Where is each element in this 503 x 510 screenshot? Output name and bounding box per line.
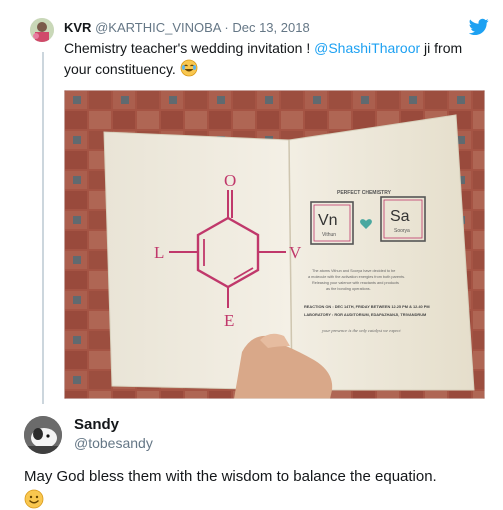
element-name-vithun: Vithun — [322, 232, 336, 238]
letter-l: L — [154, 243, 164, 262]
element-symbol-sa: Sa — [390, 208, 410, 225]
tweet-photo[interactable]: L O V E PERFECT CHEMISTRY Vn Vithun Sa S… — [64, 90, 485, 399]
author-name[interactable]: KVR — [64, 20, 91, 35]
separator: · — [224, 20, 229, 35]
letter-v: V — [289, 243, 302, 262]
avatar[interactable] — [30, 18, 54, 42]
tweet-header: KVR @KARTHIC_VINOBA · Dec 13, 2018 — [64, 20, 310, 35]
wedding-invitation-image: L O V E PERFECT CHEMISTRY Vn Vithun Sa S… — [64, 90, 485, 399]
tweet-date[interactable]: Dec 13, 2018 — [232, 20, 309, 35]
reaction-details: REACTION ON : DEC 14TH, FRIDAY BETWEEN 1… — [304, 304, 430, 309]
letter-e: E — [224, 311, 234, 330]
tweet-text-start: Chemistry teacher's wedding invitation ! — [64, 40, 315, 56]
author-handle[interactable]: @KARTHIC_VINOBA — [95, 20, 221, 35]
avatar-image — [24, 416, 62, 454]
reply-text: May God bless them with the wisdom to ba… — [24, 468, 437, 485]
element-symbol-vn: Vn — [318, 212, 338, 229]
twitter-bird-icon[interactable] — [469, 18, 489, 36]
avatar-image — [30, 18, 54, 42]
laughing-face-icon — [180, 59, 198, 77]
mention-link[interactable]: @ShashiTharoor — [314, 40, 420, 56]
invitation-body-line4: as the bonding operations. — [326, 287, 371, 291]
reply-author-handle[interactable]: @tobesandy — [74, 435, 153, 451]
invitation-heading: PERFECT CHEMISTRY — [337, 190, 392, 196]
avatar[interactable] — [24, 416, 62, 454]
tweet[interactable]: KVR @KARTHIC_VINOBA · Dec 13, 2018 Chemi… — [30, 18, 495, 399]
reply-tweet[interactable]: Sandy @tobesandy May God bless them with… — [24, 411, 494, 510]
invitation-body-line1: The atoms Vithun and Soorya have decided… — [312, 269, 395, 273]
reply-author-name[interactable]: Sandy — [74, 416, 119, 433]
invitation-body-line2: a molecule with the activation energies … — [308, 275, 405, 279]
letter-o: O — [224, 171, 236, 190]
tweet-text: Chemistry teacher's wedding invitation !… — [64, 38, 484, 80]
laboratory-details: LABORATORY : ROR AUDITORIUM, EDAPAZHANJI… — [304, 312, 426, 317]
invitation-body-line3: Releasing your valence with reactants an… — [312, 281, 399, 285]
catalyst-line: your presence is the only catalyst we ex… — [321, 328, 401, 333]
element-name-soorya: Soorya — [394, 228, 410, 234]
smiling-face-icon — [24, 489, 44, 509]
